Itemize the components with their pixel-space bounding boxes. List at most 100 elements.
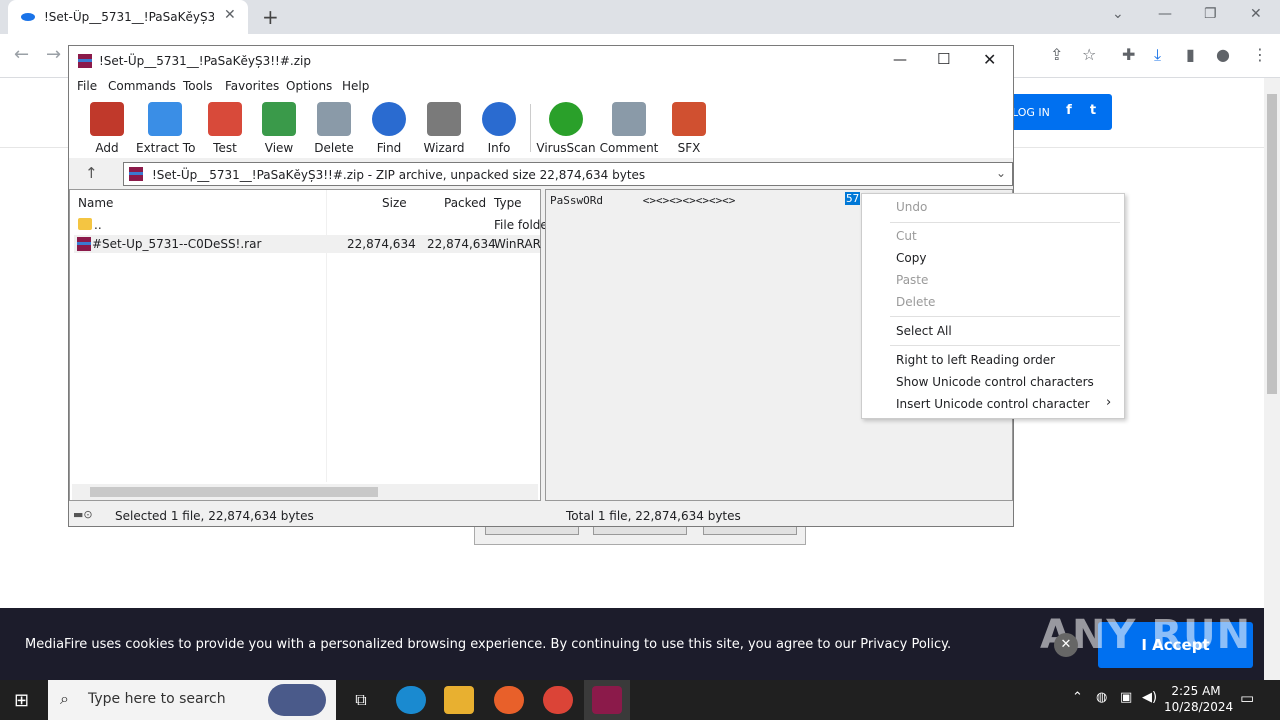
extensions-icon[interactable]: ✚ [1122,45,1135,64]
scrollbar-thumb[interactable] [1267,94,1277,394]
menu-show-unicode[interactable]: Show Unicode control characters [896,375,1094,389]
cookie-close-icon[interactable]: ✕ [1054,633,1078,657]
rar-close-icon[interactable]: ✕ [983,50,996,69]
browser-tab[interactable]: !Set-Üp__5731__!PaSaKĕyȘ3!!# ✕ [8,0,248,34]
file-row-rar[interactable]: #Set-Up_5731--C0DeSS!.rar 22,874,634 22,… [74,235,541,253]
address-dropdown-icon[interactable]: ⌄ [996,166,1006,180]
close-icon[interactable]: ✕ [1250,6,1262,22]
status-total: Total 1 file, 22,874,634 bytes [566,509,741,523]
login-label: LOG IN [1012,106,1050,119]
share-icon[interactable]: ⇪ [1050,45,1063,64]
menu-tools[interactable]: Tools [183,79,213,93]
file-packed: 22,874,634 [427,237,496,251]
column-size[interactable]: Size [382,196,407,210]
winrar-menubar: File Commands Tools Favorites Options He… [69,76,1013,98]
chrome-icon[interactable] [543,686,573,714]
tool-find-button[interactable]: Find [359,102,419,158]
rar-maximize-icon[interactable]: ☐ [937,50,950,68]
task-view-icon[interactable]: ⧉ [346,686,376,714]
back-button[interactable]: ← [14,44,29,65]
horizontal-scrollbar[interactable] [72,484,538,500]
tool-virusscan-button[interactable]: VirusScan [536,102,596,158]
menu-rtl[interactable]: Right to left Reading order [896,353,1055,367]
menu-undo[interactable]: Undo [896,200,927,214]
twitter-icon[interactable]: t [1084,103,1102,121]
bookmark-star-icon[interactable]: ☆ [1082,45,1096,64]
login-button[interactable]: LOG IN f t [1000,94,1112,130]
volume-icon[interactable]: ◀) [1142,690,1157,705]
tab-title: !Set-Üp__5731__!PaSaKĕyȘ3!!# [44,10,214,24]
info-icon [482,102,516,136]
network-icon[interactable]: ▣ [1120,690,1132,705]
winrar-taskbar-button[interactable] [584,680,630,720]
menu-separator [890,222,1120,223]
tool-info-button[interactable]: Info [469,102,529,158]
notification-icon[interactable]: ▭ [1240,689,1254,707]
minimize-icon[interactable]: — [1158,6,1172,22]
tool-sfx-button[interactable]: SFX [659,102,719,158]
status-bar: ▬⊙ Selected 1 file, 22,874,634 bytes Tot… [69,506,1013,526]
file-explorer-icon[interactable] [444,686,474,714]
column-packed[interactable]: Packed [444,196,486,210]
tool-wizard-button[interactable]: Wizard [414,102,474,158]
chrome-menu-icon[interactable]: ⋮ [1252,45,1268,64]
menu-commands[interactable]: Commands [108,79,176,93]
clock-time: 2:25 AM [1171,684,1221,698]
profile-avatar-icon[interactable]: ● [1216,45,1230,64]
menu-cut[interactable]: Cut [896,229,917,243]
mediafire-favicon-icon [21,13,35,21]
tool-add-button[interactable]: Add [77,102,137,158]
facebook-icon[interactable]: f [1060,103,1078,121]
status-selected: Selected 1 file, 22,874,634 bytes [115,509,314,523]
comment-selection[interactable]: 57 [845,192,861,205]
menu-help[interactable]: Help [342,79,369,93]
menu-options[interactable]: Options [286,79,332,93]
side-panel-icon[interactable]: ▮ [1186,45,1195,64]
tab-close-icon[interactable]: ✕ [224,7,236,23]
up-arrow-icon[interactable]: ↑ [85,164,98,182]
download-icon[interactable]: ⤓ [1154,45,1161,65]
menu-paste[interactable]: Paste [896,273,928,287]
bug-icon [549,102,583,136]
forward-button[interactable]: → [46,44,61,65]
tool-add-label: Add [95,141,119,155]
address-field[interactable]: !Set-Üp__5731__!PaSaKĕyȘ3!!#.zip - ZIP a… [123,162,1013,186]
restore-icon[interactable]: ❐ [1204,6,1217,22]
tool-view-button[interactable]: View [249,102,309,158]
winrar-toolbar: Add Extract To Test View Delete Find Wiz… [69,98,1013,158]
menu-separator [890,345,1120,346]
tool-extract-button[interactable]: Extract To [136,102,195,158]
taskbar-search[interactable]: ⌕ Type here to search [48,680,336,720]
file-row-parent[interactable]: .. File folde [74,216,548,234]
menu-file[interactable]: File [77,79,97,93]
new-tab-button[interactable]: + [262,5,279,29]
tool-find-label: Find [376,141,402,155]
taskbar-clock[interactable]: 2:25 AM 10/28/2024 [1164,683,1233,715]
tray-app-icon[interactable]: ◍ [1096,690,1107,705]
folder-icon [78,218,92,230]
start-windows-icon[interactable]: ⊞ [14,690,29,711]
menu-delete[interactable]: Delete [896,295,935,309]
column-type[interactable]: Type [494,196,522,210]
column-name[interactable]: Name [78,196,113,210]
search-icon: ⌕ [60,689,69,708]
menu-select-all[interactable]: Select All [896,324,952,338]
wand-icon [427,102,461,136]
menu-favorites[interactable]: Favorites [225,79,279,93]
scrollbar-thumb[interactable] [90,487,378,497]
rar-minimize-icon[interactable]: — [893,52,907,68]
tool-comment-button[interactable]: Comment [599,102,659,158]
file-size: 22,874,634 [347,237,416,251]
tool-test-button[interactable]: Test [195,102,255,158]
tab-search-icon[interactable]: ⌄ [1112,6,1124,22]
edge-icon[interactable] [396,686,426,714]
drive-icon: ▬⊙ [73,508,93,521]
menu-copy[interactable]: Copy [896,251,926,265]
tray-chevron-icon[interactable]: ⌃ [1072,690,1083,705]
page-scrollbar[interactable] [1264,78,1280,680]
menu-insert-unicode[interactable]: Insert Unicode control character [896,397,1090,411]
tool-delete-button[interactable]: Delete [304,102,364,158]
firefox-icon[interactable] [494,686,524,714]
comment-icon [612,102,646,136]
toolbar-divider [530,104,531,152]
